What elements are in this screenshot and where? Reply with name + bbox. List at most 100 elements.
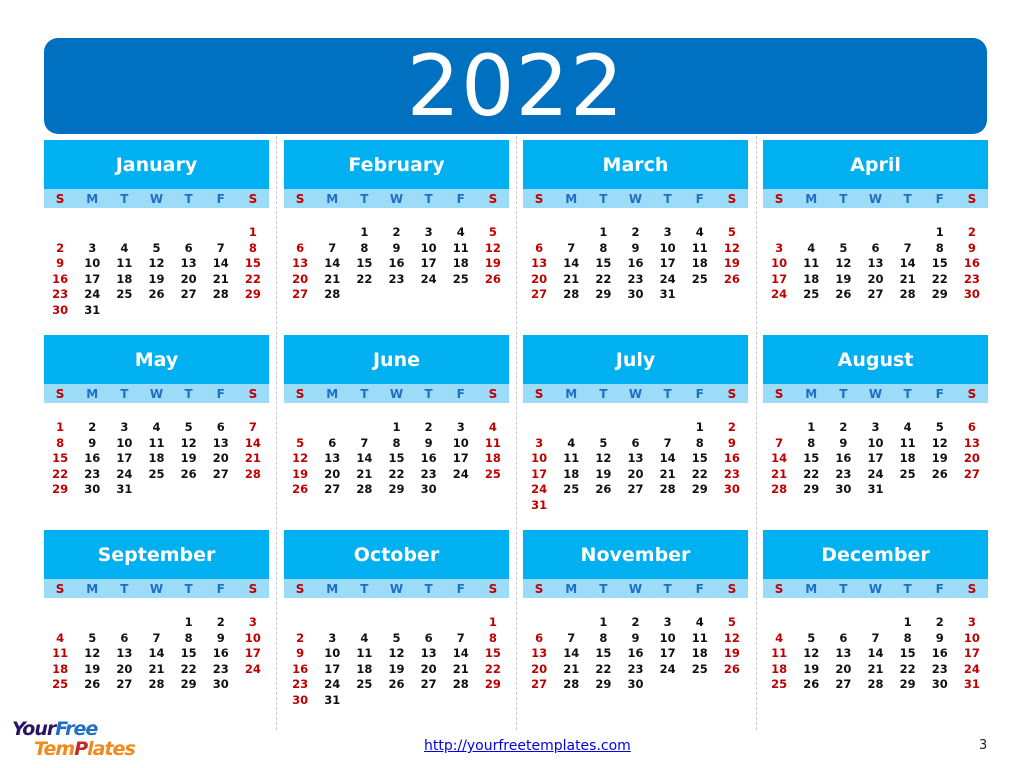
day-cell: 20 — [963, 451, 980, 466]
day-cell: 27 — [292, 287, 309, 302]
day-cell: 10 — [452, 435, 469, 450]
weekday-label: T — [599, 191, 608, 206]
day-cell: 2 — [839, 420, 848, 434]
day-cell: 21 — [771, 466, 788, 481]
weekday-label: M — [565, 386, 578, 401]
day-cell: 11 — [356, 646, 373, 661]
weekday-label: S — [488, 191, 498, 206]
day-cell: 22 — [931, 271, 948, 286]
weekday-label: M — [805, 386, 818, 401]
day-cell: 1 — [599, 615, 608, 629]
day-cell: 27 — [835, 677, 852, 692]
weekday-label: T — [903, 191, 912, 206]
day-cell: 18 — [356, 661, 373, 676]
day-cell: 26 — [388, 677, 405, 692]
day-cell: 1 — [935, 225, 944, 239]
empty-cell — [859, 225, 891, 241]
day-cell: 8 — [599, 240, 608, 255]
day-cell: 31 — [116, 482, 133, 497]
day-cell: 23 — [723, 466, 740, 481]
day-cell: 21 — [244, 451, 261, 466]
weekday-label: T — [599, 386, 608, 401]
weekday-label: M — [326, 386, 339, 401]
day-cell: 29 — [180, 677, 197, 692]
day-cell: 21 — [324, 271, 341, 286]
column-divider — [516, 136, 517, 730]
month-august: August S M T W T F S 1 2 3 4 5 6 7 8 9 10 11 12 13 14 15 16 17 18… — [763, 335, 988, 498]
day-cell: 6 — [424, 630, 433, 645]
day-cell: 3 — [663, 615, 672, 629]
day-cell: 27 — [531, 677, 548, 692]
day-cell: 30 — [420, 482, 437, 497]
weekday-label: F — [935, 191, 944, 206]
day-grid: 1 2 3 4 5 6 7 8 9 10 11 12 13 14 15 16 17 18 19 20 21 22 23 24 2… — [523, 420, 748, 514]
day-cell: 9 — [392, 240, 401, 255]
day-cell: 28 — [452, 677, 469, 692]
day-cell: 21 — [659, 466, 676, 481]
weekday-header: SMTWTFS — [763, 189, 988, 208]
day-cell: 31 — [84, 302, 101, 317]
empty-cell — [795, 615, 827, 631]
weekday-label: W — [149, 191, 164, 206]
day-cell: 10 — [116, 435, 133, 450]
day-cell: 3 — [871, 420, 880, 434]
day-cell: 15 — [388, 451, 405, 466]
day-cell: 14 — [771, 451, 788, 466]
day-cell: 14 — [356, 451, 373, 466]
day-cell: 18 — [899, 451, 916, 466]
day-cell: 23 — [420, 466, 437, 481]
day-cell: 20 — [212, 451, 229, 466]
weekday-header: SMTWTFS — [523, 384, 748, 403]
day-cell: 19 — [148, 271, 165, 286]
weekday-label: T — [184, 191, 193, 206]
weekday-label: T — [424, 191, 433, 206]
weekday-label: M — [86, 191, 99, 206]
day-cell: 24 — [244, 661, 261, 676]
weekday-label: S — [488, 386, 498, 401]
day-cell: 14 — [244, 435, 261, 450]
day-cell: 9 — [296, 646, 305, 661]
day-cell: 28 — [867, 677, 884, 692]
day-cell: 26 — [84, 677, 101, 692]
day-cell: 24 — [867, 466, 884, 481]
day-cell: 7 — [328, 240, 337, 255]
day-cell: 4 — [775, 630, 784, 645]
weekday-label: F — [935, 386, 944, 401]
weekday-label: F — [935, 581, 944, 596]
weekday-label: F — [456, 191, 465, 206]
day-cell: 15 — [595, 646, 612, 661]
website-link[interactable]: http://yourfreetemplates.com — [424, 738, 631, 754]
day-cell: 15 — [180, 646, 197, 661]
day-cell: 12 — [803, 646, 820, 661]
day-cell: 27 — [116, 677, 133, 692]
day-cell: 28 — [563, 287, 580, 302]
empty-cell — [173, 225, 205, 241]
day-cell: 1 — [184, 615, 193, 629]
weekday-label: W — [389, 191, 404, 206]
day-cell: 11 — [691, 240, 708, 255]
day-cell: 20 — [180, 271, 197, 286]
day-cell: 20 — [531, 271, 548, 286]
day-cell: 10 — [659, 630, 676, 645]
day-cell: 1 — [248, 225, 257, 239]
day-cell: 26 — [803, 677, 820, 692]
day-cell: 6 — [967, 420, 976, 434]
day-cell: 1 — [903, 615, 912, 629]
weekday-label: T — [360, 191, 369, 206]
day-cell: 28 — [563, 677, 580, 692]
day-cell: 25 — [563, 482, 580, 497]
day-cell: 3 — [120, 420, 129, 434]
day-cell: 2 — [631, 615, 640, 629]
day-cell: 16 — [84, 451, 101, 466]
day-cell: 2 — [935, 615, 944, 629]
day-cell: 7 — [456, 630, 465, 645]
day-cell: 16 — [212, 646, 229, 661]
day-cell: 22 — [388, 466, 405, 481]
day-cell: 30 — [963, 287, 980, 302]
empty-cell — [413, 615, 445, 631]
empty-cell — [763, 615, 795, 631]
day-cell: 19 — [931, 451, 948, 466]
day-cell: 22 — [52, 466, 69, 481]
day-cell: 3 — [248, 615, 257, 629]
page-number: 3 — [979, 738, 988, 753]
